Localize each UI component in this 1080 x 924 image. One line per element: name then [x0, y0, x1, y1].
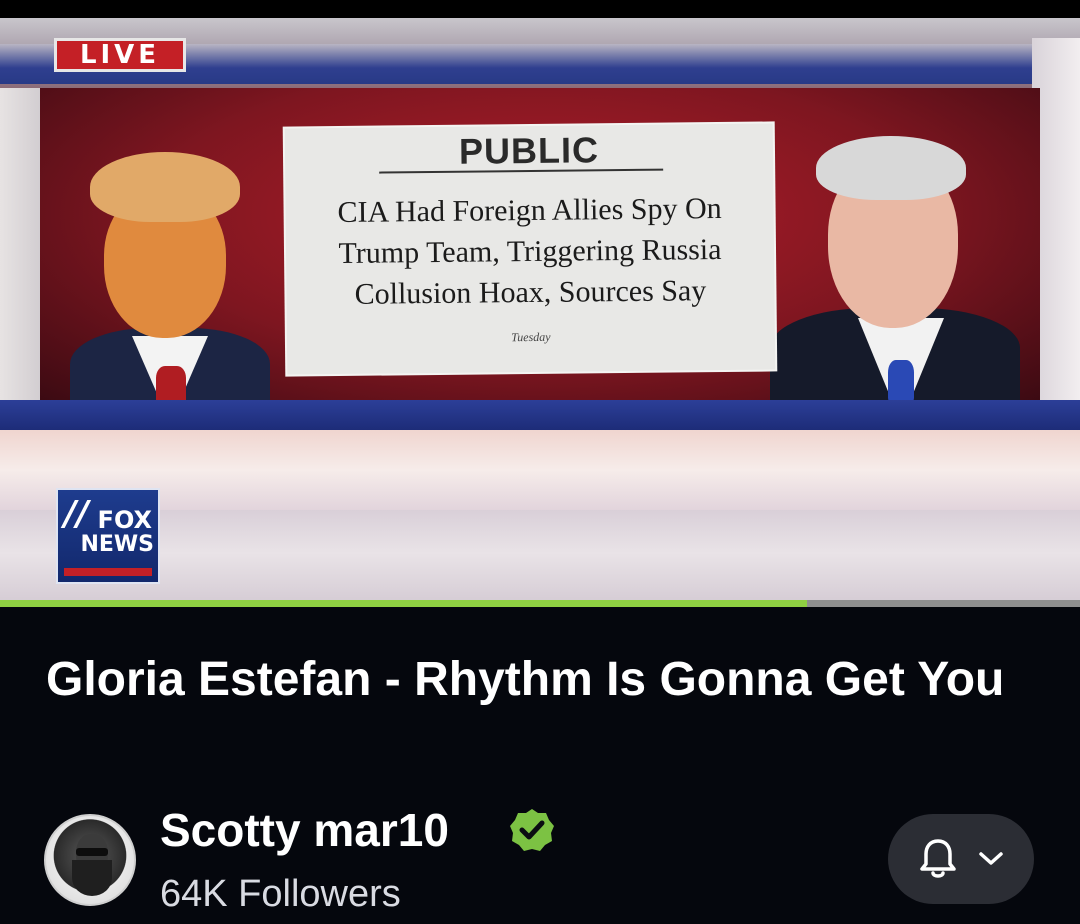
video-progress-fill [0, 600, 807, 607]
video-player[interactable]: PUBLIC CIA Had Foreign Allies Spy On Tru… [0, 0, 1080, 600]
card-publication: PUBLIC [458, 129, 600, 172]
channel-name[interactable]: Scotty mar10 [160, 800, 449, 860]
network-logo: // FOX NEWS [56, 488, 160, 584]
video-title: Gloria Estefan - Rhythm Is Gonna Get You [46, 653, 1005, 706]
verified-check-icon [510, 809, 554, 851]
video-progress-bar[interactable] [0, 600, 1080, 607]
card-date: Tuesday [511, 329, 551, 345]
card-headline: CIA Had Foreign Allies Spy On Trump Team… [337, 191, 722, 311]
follower-count: 64K Followers [160, 873, 401, 915]
live-badge: LIVE [54, 38, 186, 72]
logo-line-2: NEWS [80, 532, 154, 557]
studio-floor [0, 510, 1080, 600]
studio-desk-light [0, 430, 1080, 510]
studio-desk-trim [0, 400, 1080, 430]
notification-follow-button[interactable] [888, 814, 1034, 904]
channel-avatar[interactable] [44, 814, 136, 906]
logo-slash-icon: // [64, 494, 89, 534]
chevron-down-icon [979, 852, 1003, 865]
bell-icon [920, 839, 956, 878]
news-headline-card: PUBLIC CIA Had Foreign Allies Spy On Tru… [284, 123, 776, 375]
person-portrait-right [770, 128, 1020, 402]
video-frame: PUBLIC CIA Had Foreign Allies Spy On Tru… [0, 18, 1080, 600]
video-top-bar [0, 0, 1080, 18]
logo-line-1: FOX [97, 506, 152, 534]
logo-channel-bar [64, 568, 152, 576]
person-portrait-left [60, 138, 270, 400]
